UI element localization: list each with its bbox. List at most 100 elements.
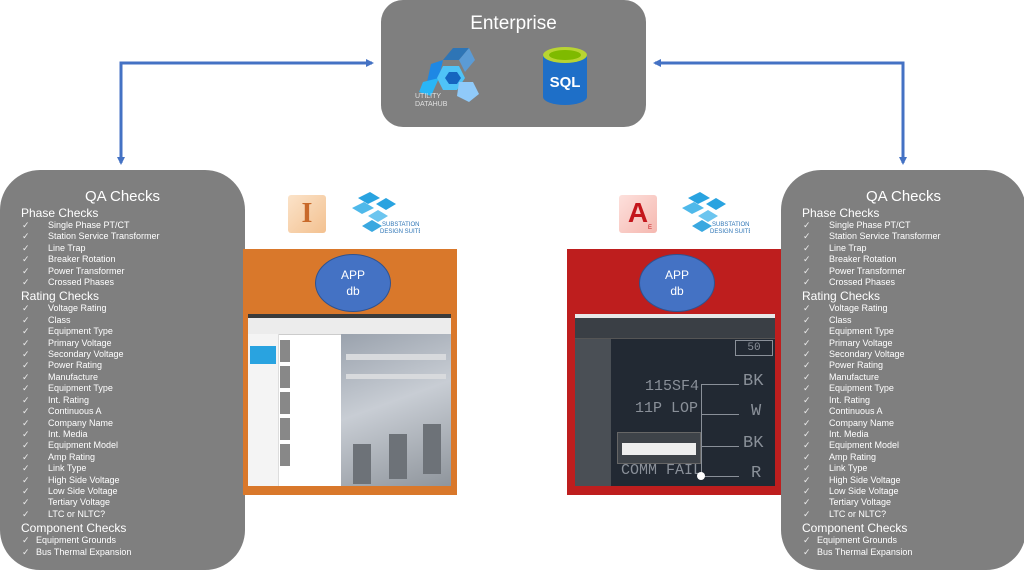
checkmark-icon: ✓: [803, 451, 811, 462]
qa-check-item: ✓ Power Rating: [803, 360, 1024, 371]
qa-check-item: ✓ Primary Voltage: [803, 338, 1024, 349]
cad-label: BK: [743, 434, 764, 453]
db-label-line2: db: [346, 284, 360, 298]
qa-check-label: Primary Voltage: [829, 337, 893, 348]
checkmark-icon: ✓: [22, 428, 30, 439]
cad-label: 50: [735, 340, 773, 356]
qa-check-item: ✓ Equipment Type: [22, 326, 245, 337]
checkmark-icon: ✓: [803, 326, 811, 337]
qa-check-label: Single Phase PT/CT: [829, 220, 911, 230]
qa-check-label: Station Service Transformer: [48, 231, 160, 242]
qa-check-item: ✓ Bus Thermal Expansion: [803, 547, 1024, 558]
qa-check-item: ✓ Tertiary Voltage: [803, 497, 1024, 508]
qa-check-label: Low Side Voltage: [48, 485, 118, 496]
qa-check-label: Amp Rating: [48, 451, 96, 462]
qa-check-label: Breaker Rotation: [829, 254, 897, 265]
qa-check-item: ✓ High Side Voltage: [803, 475, 1024, 486]
qa-check-item: ✓ Low Side Voltage: [22, 486, 245, 497]
qa-check-label: Manufacture: [48, 371, 99, 382]
checkmark-icon: ✓: [22, 463, 30, 474]
qa-check-label: Secondary Voltage: [48, 349, 124, 360]
qa-check-label: Equipment Type: [829, 326, 894, 337]
checkmark-icon: ✓: [22, 254, 30, 265]
svg-text:SUBSTATION: SUBSTATION: [712, 222, 749, 228]
checkmark-icon: ✓: [22, 546, 30, 557]
qa-check-label: Equipment Model: [829, 440, 900, 451]
checkmark-icon: ✓: [803, 406, 811, 417]
qa-check-item: ✓ Class: [803, 315, 1024, 326]
qa-check-item: ✓ Link Type: [22, 463, 245, 474]
qa-check-item: ✓ High Side Voltage: [22, 475, 245, 486]
app-db-oval: APP db: [639, 254, 715, 312]
cad-label: R: [751, 464, 762, 483]
qa-check-label: LTC or NLTC?: [829, 508, 887, 519]
qa-check-label: Continuous A: [829, 406, 883, 417]
qa-check-item: ✓ Amp Rating: [22, 452, 245, 463]
checkmark-icon: ✓: [803, 485, 811, 496]
qa-section-heading: Phase Checks: [21, 206, 99, 220]
checkmark-icon: ✓: [22, 265, 30, 276]
qa-check-label: Amp Rating: [829, 451, 877, 462]
cad-label: 11P LOP: [635, 400, 699, 417]
checkmark-icon: ✓: [22, 497, 30, 508]
inventor-icon: I: [288, 195, 326, 233]
qa-check-item: ✓ LTC or NLTC?: [803, 509, 1024, 520]
qa-check-item: ✓ Station Service Transformer: [22, 231, 245, 242]
checkmark-icon: ✓: [803, 463, 811, 474]
qa-section-heading: Phase Checks: [802, 206, 880, 220]
qa-section-heading: Rating Checks: [802, 289, 881, 304]
qa-check-label: High Side Voltage: [829, 474, 901, 485]
qa-check-label: Company Name: [48, 417, 114, 428]
cad-label: W: [751, 402, 762, 421]
checkmark-icon: ✓: [22, 485, 30, 496]
qa-check-item: ✓ Low Side Voltage: [803, 486, 1024, 497]
autocad-screenshot: 50 115SF4 11P LOP COMM FAIL BK W BK R: [575, 314, 775, 486]
checkmark-icon: ✓: [22, 474, 30, 485]
qa-check-item: ✓ Equipment Grounds: [22, 535, 245, 546]
qa-check-item: ✓ Crossed Phases: [803, 277, 1024, 288]
checkmark-icon: ✓: [22, 508, 30, 519]
qa-checks-panel-right: QA Checks Phase Checks ✓ Single Phase PT/C…: [781, 170, 1024, 570]
svg-text:SUBSTATION: SUBSTATION: [382, 222, 419, 228]
svg-text:DATAHUB: DATAHUB: [415, 101, 448, 108]
qa-check-item: ✓ Equipment Type: [22, 383, 245, 394]
checkmark-icon: ✓: [22, 535, 30, 546]
autocad-electrical-icon: A E: [619, 195, 657, 233]
qa-check-item: ✓ Amp Rating: [803, 452, 1024, 463]
qa-check-label: Line Trap: [829, 242, 867, 253]
qa-check-item: ✓ Voltage Rating: [803, 303, 1024, 314]
qa-check-item: ✓ Power Rating: [22, 360, 245, 371]
qa-check-label: Equipment Model: [48, 440, 119, 451]
checkmark-icon: ✓: [803, 474, 811, 485]
qa-check-item: ✓ Bus Thermal Expansion: [22, 547, 245, 558]
qa-check-label: Int. Rating: [829, 394, 871, 405]
qa-check-label: Single Phase PT/CT: [48, 220, 130, 230]
checkmark-icon: ✓: [22, 231, 30, 242]
checkmark-icon: ✓: [22, 394, 30, 405]
qa-check-item: ✓ Equipment Grounds: [803, 535, 1024, 546]
checkmark-icon: ✓: [22, 242, 30, 253]
checkmark-icon: ✓: [803, 535, 811, 546]
qa-check-label: Line Trap: [48, 242, 86, 253]
checkmark-icon: ✓: [22, 220, 30, 230]
qa-check-label: Manufacture: [829, 371, 880, 382]
qa-check-item: ✓ Company Name: [22, 418, 245, 429]
qa-check-label: High Side Voltage: [48, 474, 120, 485]
qa-check-item: ✓ Link Type: [803, 463, 1024, 474]
qa-check-item: ✓ Manufacture: [22, 372, 245, 383]
checkmark-icon: ✓: [803, 303, 811, 314]
qa-check-item: ✓ Equipment Model: [803, 440, 1024, 451]
qa-check-label: Breaker Rotation: [48, 254, 116, 265]
qa-check-item: ✓ Station Service Transformer: [803, 231, 1024, 242]
inventor-screenshot: [248, 314, 451, 486]
db-label-line2: db: [670, 284, 684, 298]
checkmark-icon: ✓: [22, 440, 30, 451]
qa-check-label: Equipment Type: [829, 383, 894, 394]
qa-check-label: Tertiary Voltage: [829, 497, 892, 508]
checkmark-icon: ✓: [803, 337, 811, 348]
checkmark-icon: ✓: [22, 371, 30, 382]
qa-check-label: Power Rating: [48, 360, 103, 371]
qa-check-label: Class: [48, 314, 71, 325]
qa-check-item: ✓ Manufacture: [803, 372, 1024, 383]
qa-check-item: ✓ LTC or NLTC?: [22, 509, 245, 520]
